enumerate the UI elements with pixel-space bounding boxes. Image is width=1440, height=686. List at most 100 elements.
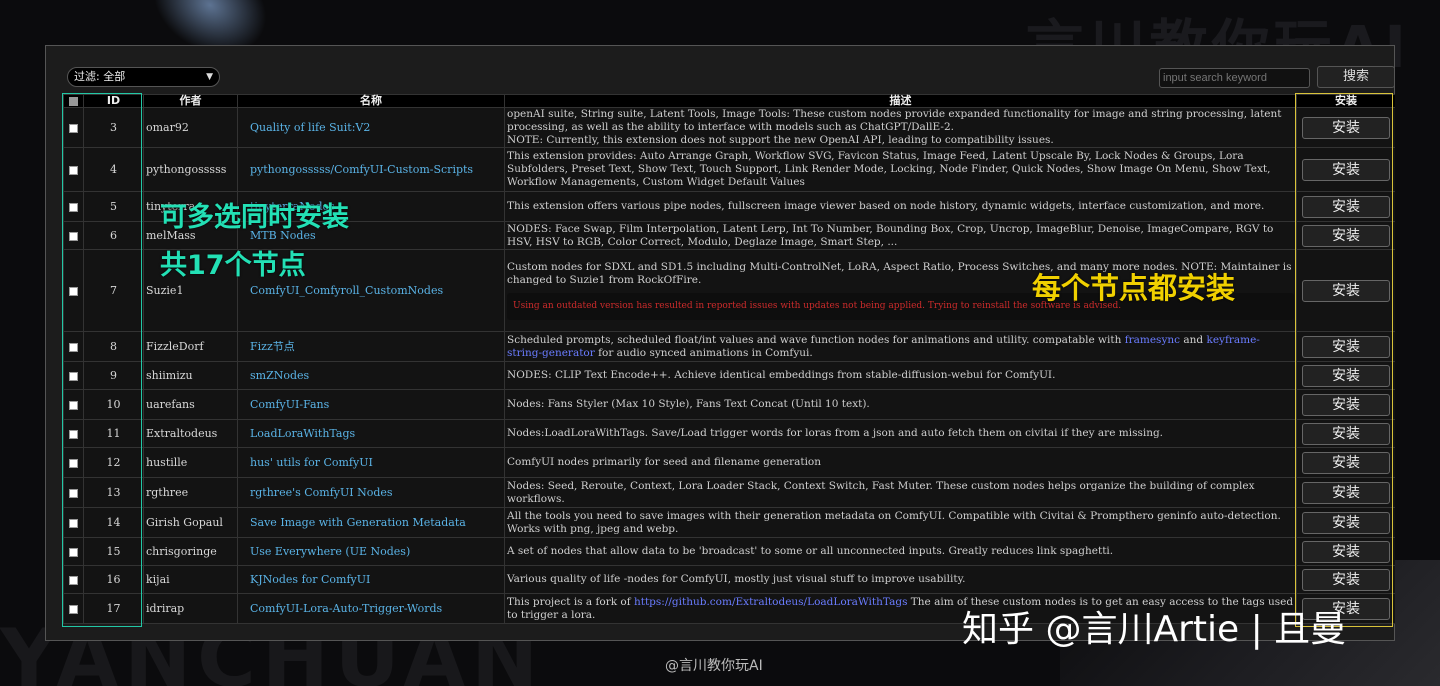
table-row: 8 FizzleDorf Fizz节点 Scheduled prompts, sche… [63, 331, 1395, 362]
row-install-cell: 安装 [1296, 477, 1395, 508]
row-name-link[interactable]: hus' utils for ComfyUI [237, 447, 505, 478]
install-button[interactable]: 安装 [1302, 540, 1390, 563]
row-checkbox[interactable] [69, 371, 78, 381]
row-name-link[interactable]: ComfyUI-Lora-Auto-Trigger-Words [237, 593, 505, 624]
row-install-cell: 安装 [1296, 537, 1395, 566]
row-checkbox[interactable] [69, 429, 78, 439]
row-author: omar92 [143, 107, 238, 148]
row-select-cell[interactable] [63, 147, 84, 192]
row-name-link[interactable]: ComfyUI-Fans [237, 389, 505, 420]
row-select-cell[interactable] [63, 191, 84, 222]
header-description: 描述 [504, 94, 1297, 108]
row-select-cell[interactable] [63, 361, 84, 390]
row-select-cell[interactable] [63, 507, 84, 538]
install-button[interactable]: 安装 [1302, 393, 1390, 416]
row-checkbox[interactable] [69, 286, 78, 296]
row-select-cell[interactable] [63, 477, 84, 508]
row-select-cell[interactable] [63, 419, 84, 448]
row-id: 14 [83, 507, 144, 538]
install-button[interactable]: 安装 [1302, 451, 1390, 474]
row-checkbox[interactable] [69, 604, 78, 614]
install-button[interactable]: 安装 [1302, 195, 1390, 218]
search-input[interactable] [1159, 68, 1310, 88]
row-checkbox[interactable] [69, 231, 78, 241]
row-checkbox[interactable] [69, 575, 78, 585]
row-id: 13 [83, 477, 144, 508]
install-button[interactable]: 安装 [1302, 422, 1390, 445]
row-name-link[interactable]: smZNodes [237, 361, 505, 390]
row-select-cell[interactable] [63, 593, 84, 624]
row-select-cell[interactable] [63, 389, 84, 420]
row-name-link[interactable]: rgthree's ComfyUI Nodes [237, 477, 505, 508]
row-author: Extraltodeus [143, 419, 238, 448]
install-button[interactable]: 安装 [1302, 279, 1390, 302]
row-author: FizzleDorf [143, 331, 238, 362]
row-author: rgthree [143, 477, 238, 508]
row-select-cell[interactable] [63, 565, 84, 594]
row-id: 11 [83, 419, 144, 448]
install-button[interactable]: 安装 [1302, 481, 1390, 504]
row-install-cell: 安装 [1296, 191, 1395, 222]
install-button[interactable]: 安装 [1302, 224, 1390, 247]
row-name-link[interactable]: Save Image with Generation Metadata [237, 507, 505, 538]
row-install-cell: 安装 [1296, 419, 1395, 448]
row-description-text: This extension offers various pipe nodes… [507, 200, 1265, 212]
install-button[interactable]: 安装 [1302, 511, 1390, 534]
row-name-link[interactable]: LoadLoraWithTags [237, 419, 505, 448]
row-checkbox[interactable] [69, 202, 78, 212]
description-link[interactable]: framesync [1125, 334, 1180, 346]
row-name-link[interactable]: Fizz节点 [237, 331, 505, 362]
table-row: 16 kijai KJNodes for ComfyUI Various qualit… [63, 565, 1395, 594]
header-author: 作者 [143, 94, 238, 108]
row-checkbox[interactable] [69, 518, 78, 528]
row-description: Various quality of life -nodes for Comfy… [504, 565, 1297, 594]
row-checkbox[interactable] [69, 458, 78, 468]
row-description-text: Nodes: Fans Styler (Max 10 Style), Fans … [507, 398, 870, 410]
row-select-cell[interactable] [63, 447, 84, 478]
row-author: Girish Gopaul [143, 507, 238, 538]
select-all-header[interactable] [63, 94, 84, 108]
row-install-cell: 安装 [1296, 147, 1395, 192]
row-name-link[interactable]: KJNodes for ComfyUI [237, 565, 505, 594]
table-row: 9 shiimizu smZNodes NODES: CLIP Text Encode… [63, 361, 1395, 390]
install-button[interactable]: 安装 [1302, 335, 1390, 358]
row-checkbox[interactable] [69, 123, 78, 133]
row-description-text: All the tools you need to save images wi… [507, 509, 1281, 535]
row-install-cell: 安装 [1296, 389, 1395, 420]
install-button[interactable]: 安装 [1302, 116, 1390, 139]
row-checkbox[interactable] [69, 488, 78, 498]
table-row: 12 hustille hus' utils for ComfyUI ComfyUI … [63, 447, 1395, 478]
row-select-cell[interactable] [63, 537, 84, 566]
row-checkbox[interactable] [69, 165, 78, 175]
row-description-text: openAI suite, String suite, Latent Tools… [507, 108, 1282, 147]
row-author: pythongosssss [143, 147, 238, 192]
row-id: 4 [83, 147, 144, 192]
row-select-cell[interactable] [63, 107, 84, 148]
row-select-cell[interactable] [63, 221, 84, 250]
header-name: 名称 [237, 94, 505, 108]
row-checkbox[interactable] [69, 342, 78, 352]
description-link[interactable]: https://github.com/Extraltodeus/LoadLora… [634, 596, 907, 608]
row-select-cell[interactable] [63, 249, 84, 332]
zhihu-watermark: 知乎 @言川Artie | 且曼 [962, 609, 1347, 650]
row-description-text: Various quality of life -nodes for Comfy… [507, 573, 966, 585]
annotation-multi-select: 可多选同时安装 [160, 202, 349, 233]
row-name-link[interactable]: pythongosssss/ComfyUI-Custom-Scripts [237, 147, 505, 192]
row-checkbox[interactable] [69, 547, 78, 557]
install-button[interactable]: 安装 [1302, 158, 1390, 181]
row-name-link[interactable]: Use Everywhere (UE Nodes) [237, 537, 505, 566]
table-row: 15 chrisgoringe Use Everywhere (UE Nodes) A… [63, 537, 1395, 566]
row-install-cell: 安装 [1296, 447, 1395, 478]
table-row: 4 pythongosssss pythongosssss/ComfyUI-Cust… [63, 147, 1395, 192]
table-row: 13 rgthree rgthree's ComfyUI Nodes Nodes: S… [63, 477, 1395, 508]
row-checkbox[interactable] [69, 400, 78, 410]
row-select-cell[interactable] [63, 331, 84, 362]
row-name-link[interactable]: Quality of life Suit:V2 [237, 107, 505, 148]
install-button[interactable]: 安装 [1302, 364, 1390, 387]
search-button[interactable]: 搜索 [1317, 66, 1395, 88]
filter-select[interactable]: 过滤: 全部 ▼ [67, 67, 220, 87]
node-list-table-container[interactable]: ID 作者 名称 描述 安装 3 omar92 Quality of life Su… [63, 94, 1395, 624]
select-all-checkbox[interactable] [69, 96, 78, 106]
install-button[interactable]: 安装 [1302, 568, 1390, 591]
row-author: shiimizu [143, 361, 238, 390]
